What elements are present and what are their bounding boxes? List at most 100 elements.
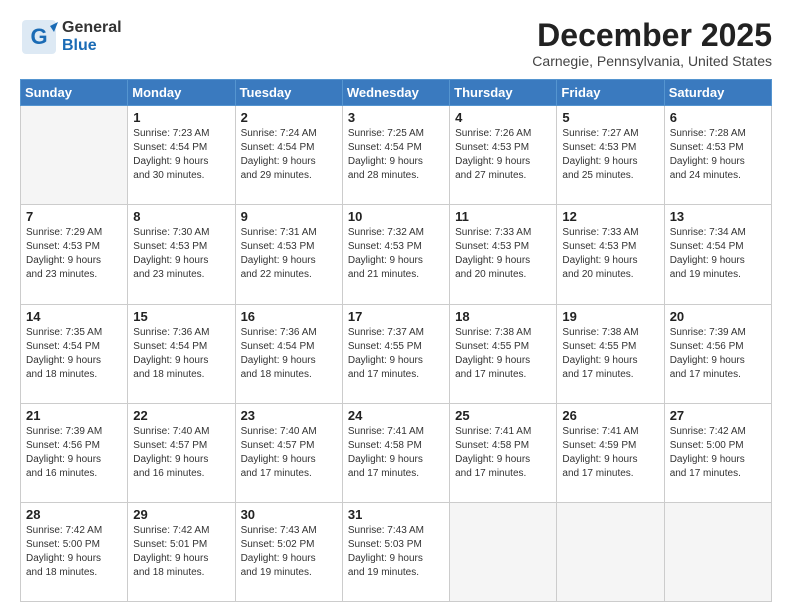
table-row: 2 Sunrise: 7:24 AM Sunset: 4:54 PM Daylig… bbox=[235, 106, 342, 205]
month-title: December 2025 bbox=[532, 18, 772, 53]
day-info: Sunrise: 7:42 AM Sunset: 5:00 PM Dayligh… bbox=[26, 524, 122, 580]
table-row: 19 Sunrise: 7:38 AM Sunset: 4:55 PM Dayli… bbox=[557, 304, 664, 403]
col-saturday: Saturday bbox=[664, 80, 771, 106]
day-number: 31 bbox=[348, 507, 444, 522]
day-info: Sunrise: 7:39 AM Sunset: 4:56 PM Dayligh… bbox=[670, 326, 766, 382]
day-number: 28 bbox=[26, 507, 122, 522]
day-number: 15 bbox=[133, 309, 229, 324]
table-row: 25 Sunrise: 7:41 AM Sunset: 4:58 PM Dayli… bbox=[450, 403, 557, 502]
header: G General Blue December 2025 Carnegie, P… bbox=[20, 18, 772, 69]
table-row: 12 Sunrise: 7:33 AM Sunset: 4:53 PM Dayli… bbox=[557, 205, 664, 304]
day-info: Sunrise: 7:37 AM Sunset: 4:55 PM Dayligh… bbox=[348, 326, 444, 382]
day-info: Sunrise: 7:41 AM Sunset: 4:59 PM Dayligh… bbox=[562, 425, 658, 481]
table-row: 24 Sunrise: 7:41 AM Sunset: 4:58 PM Dayli… bbox=[342, 403, 449, 502]
day-number: 7 bbox=[26, 209, 122, 224]
day-info: Sunrise: 7:24 AM Sunset: 4:54 PM Dayligh… bbox=[241, 127, 337, 183]
table-row: 10 Sunrise: 7:32 AM Sunset: 4:53 PM Dayli… bbox=[342, 205, 449, 304]
day-info: Sunrise: 7:31 AM Sunset: 4:53 PM Dayligh… bbox=[241, 226, 337, 282]
table-row: 3 Sunrise: 7:25 AM Sunset: 4:54 PM Daylig… bbox=[342, 106, 449, 205]
day-info: Sunrise: 7:33 AM Sunset: 4:53 PM Dayligh… bbox=[455, 226, 551, 282]
table-row: 20 Sunrise: 7:39 AM Sunset: 4:56 PM Dayli… bbox=[664, 304, 771, 403]
table-row: 6 Sunrise: 7:28 AM Sunset: 4:53 PM Daylig… bbox=[664, 106, 771, 205]
day-info: Sunrise: 7:43 AM Sunset: 5:02 PM Dayligh… bbox=[241, 524, 337, 580]
table-row: 28 Sunrise: 7:42 AM Sunset: 5:00 PM Dayli… bbox=[21, 502, 128, 601]
day-info: Sunrise: 7:36 AM Sunset: 4:54 PM Dayligh… bbox=[133, 326, 229, 382]
calendar-table: Sunday Monday Tuesday Wednesday Thursday… bbox=[20, 79, 772, 602]
day-info: Sunrise: 7:27 AM Sunset: 4:53 PM Dayligh… bbox=[562, 127, 658, 183]
header-row: Sunday Monday Tuesday Wednesday Thursday… bbox=[21, 80, 772, 106]
table-row bbox=[664, 502, 771, 601]
col-thursday: Thursday bbox=[450, 80, 557, 106]
table-row: 7 Sunrise: 7:29 AM Sunset: 4:53 PM Daylig… bbox=[21, 205, 128, 304]
day-info: Sunrise: 7:29 AM Sunset: 4:53 PM Dayligh… bbox=[26, 226, 122, 282]
day-number: 13 bbox=[670, 209, 766, 224]
day-number: 29 bbox=[133, 507, 229, 522]
day-number: 17 bbox=[348, 309, 444, 324]
day-number: 24 bbox=[348, 408, 444, 423]
table-row: 14 Sunrise: 7:35 AM Sunset: 4:54 PM Dayli… bbox=[21, 304, 128, 403]
logo: G General Blue bbox=[20, 18, 122, 56]
day-info: Sunrise: 7:35 AM Sunset: 4:54 PM Dayligh… bbox=[26, 326, 122, 382]
day-number: 20 bbox=[670, 309, 766, 324]
table-row: 21Sunrise: 7:39 AM Sunset: 4:56 PM Dayli… bbox=[21, 403, 128, 502]
day-number: 8 bbox=[133, 209, 229, 224]
day-info: Sunrise: 7:33 AM Sunset: 4:53 PM Dayligh… bbox=[562, 226, 658, 282]
day-number: 12 bbox=[562, 209, 658, 224]
day-number: 10 bbox=[348, 209, 444, 224]
day-info: Sunrise: 7:28 AM Sunset: 4:53 PM Dayligh… bbox=[670, 127, 766, 183]
day-info: Sunrise: 7:42 AM Sunset: 5:00 PM Dayligh… bbox=[670, 425, 766, 481]
table-row: 18Sunrise: 7:38 AM Sunset: 4:55 PM Dayli… bbox=[450, 304, 557, 403]
day-info: Sunrise: 7:30 AM Sunset: 4:53 PM Dayligh… bbox=[133, 226, 229, 282]
logo-icon: G bbox=[20, 18, 58, 56]
table-row: 9 Sunrise: 7:31 AM Sunset: 4:53 PM Daylig… bbox=[235, 205, 342, 304]
day-number: 11 bbox=[455, 209, 551, 224]
table-row: 23 Sunrise: 7:40 AM Sunset: 4:57 PM Dayli… bbox=[235, 403, 342, 502]
day-info: Sunrise: 7:40 AM Sunset: 4:57 PM Dayligh… bbox=[133, 425, 229, 481]
col-monday: Monday bbox=[128, 80, 235, 106]
table-row: 22 Sunrise: 7:40 AM Sunset: 4:57 PM Dayli… bbox=[128, 403, 235, 502]
table-row: 27 Sunrise: 7:42 AM Sunset: 5:00 PM Dayli… bbox=[664, 403, 771, 502]
col-wednesday: Wednesday bbox=[342, 80, 449, 106]
day-info: Sunrise: 7:40 AM Sunset: 4:57 PM Dayligh… bbox=[241, 425, 337, 481]
day-number: 9 bbox=[241, 209, 337, 224]
day-info: Sunrise: 7:34 AM Sunset: 4:54 PM Dayligh… bbox=[670, 226, 766, 282]
table-row bbox=[450, 502, 557, 601]
table-row: 5 Sunrise: 7:27 AM Sunset: 4:53 PM Daylig… bbox=[557, 106, 664, 205]
day-number: 2 bbox=[241, 110, 337, 125]
day-number: 3 bbox=[348, 110, 444, 125]
day-number: 6 bbox=[670, 110, 766, 125]
table-row: 8 Sunrise: 7:30 AM Sunset: 4:53 PM Daylig… bbox=[128, 205, 235, 304]
day-info: Sunrise: 7:41 AM Sunset: 4:58 PM Dayligh… bbox=[455, 425, 551, 481]
table-row bbox=[557, 502, 664, 601]
day-number: 27 bbox=[670, 408, 766, 423]
day-number: 1 bbox=[133, 110, 229, 125]
day-info: Sunrise: 7:25 AM Sunset: 4:54 PM Dayligh… bbox=[348, 127, 444, 183]
table-row bbox=[21, 106, 128, 205]
logo-line2: Blue bbox=[62, 37, 122, 55]
day-info: Sunrise: 7:38 AM Sunset: 4:55 PM Dayligh… bbox=[562, 326, 658, 382]
day-info: Sunrise: 7:39 AM Sunset: 4:56 PM Dayligh… bbox=[26, 425, 122, 481]
day-number: 25 bbox=[455, 408, 551, 423]
day-info: Sunrise: 7:42 AM Sunset: 5:01 PM Dayligh… bbox=[133, 524, 229, 580]
table-row: 16 Sunrise: 7:36 AM Sunset: 4:54 PM Dayli… bbox=[235, 304, 342, 403]
day-number: 18 bbox=[455, 309, 551, 324]
table-row: 4Sunrise: 7:26 AM Sunset: 4:53 PM Daylig… bbox=[450, 106, 557, 205]
day-number: 14 bbox=[26, 309, 122, 324]
table-row: 17 Sunrise: 7:37 AM Sunset: 4:55 PM Dayli… bbox=[342, 304, 449, 403]
day-info: Sunrise: 7:43 AM Sunset: 5:03 PM Dayligh… bbox=[348, 524, 444, 580]
day-number: 16 bbox=[241, 309, 337, 324]
day-info: Sunrise: 7:41 AM Sunset: 4:58 PM Dayligh… bbox=[348, 425, 444, 481]
day-info: Sunrise: 7:36 AM Sunset: 4:54 PM Dayligh… bbox=[241, 326, 337, 382]
col-sunday: Sunday bbox=[21, 80, 128, 106]
day-number: 22 bbox=[133, 408, 229, 423]
col-friday: Friday bbox=[557, 80, 664, 106]
table-row: 15 Sunrise: 7:36 AM Sunset: 4:54 PM Dayli… bbox=[128, 304, 235, 403]
table-row: 30Sunrise: 7:43 AM Sunset: 5:02 PM Dayli… bbox=[235, 502, 342, 601]
day-number: 23 bbox=[241, 408, 337, 423]
day-info: Sunrise: 7:32 AM Sunset: 4:53 PM Dayligh… bbox=[348, 226, 444, 282]
day-number: 19 bbox=[562, 309, 658, 324]
table-row: 11 Sunrise: 7:33 AM Sunset: 4:53 PM Dayli… bbox=[450, 205, 557, 304]
day-number: 5 bbox=[562, 110, 658, 125]
page: G General Blue December 2025 Carnegie, P… bbox=[0, 0, 792, 612]
table-row: 29 Sunrise: 7:42 AM Sunset: 5:01 PM Dayli… bbox=[128, 502, 235, 601]
